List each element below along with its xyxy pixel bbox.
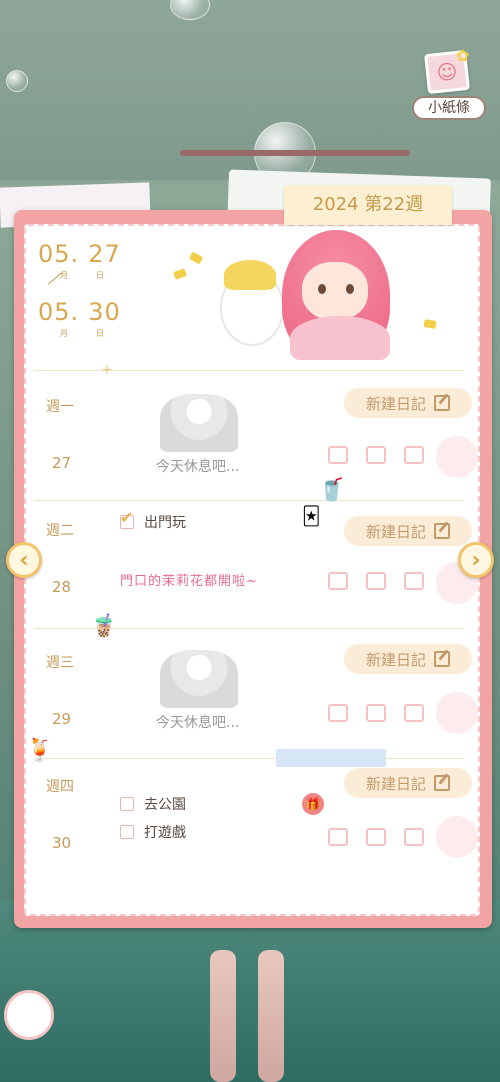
edit-icon bbox=[434, 775, 450, 791]
row-divider bbox=[34, 500, 464, 501]
end-day: 30 bbox=[88, 298, 121, 326]
card-sticker-icon: 🃏 bbox=[302, 506, 321, 527]
diary-memo: 門口的茉莉花都開啦~ bbox=[120, 574, 258, 589]
character-illustration bbox=[172, 228, 440, 368]
day-unit: 日 bbox=[96, 271, 104, 280]
weekday-label: 週四 bbox=[46, 779, 74, 795]
todo-item[interactable]: 打遊戲 bbox=[120, 822, 186, 842]
day-row-monday: 週一 27 新建日記 今天休息吧... bbox=[24, 388, 478, 516]
sticker-slot[interactable] bbox=[436, 816, 478, 858]
checked-checkbox-icon bbox=[120, 508, 134, 529]
mood-checkbox[interactable] bbox=[366, 572, 386, 590]
month-unit: 月 bbox=[60, 329, 68, 338]
checkbox-icon bbox=[120, 825, 134, 839]
edit-icon bbox=[434, 523, 450, 539]
bubble-decoration bbox=[6, 70, 28, 92]
washi-tape-decoration bbox=[276, 749, 386, 767]
mood-checkbox[interactable] bbox=[404, 572, 424, 590]
mood-checkbox[interactable] bbox=[328, 446, 348, 464]
chevron-right-icon[interactable]: › bbox=[458, 542, 494, 578]
next-page-glyph: › bbox=[471, 547, 481, 573]
flower-icon: ✿ bbox=[456, 46, 470, 65]
chevron-left-icon[interactable]: ‹ bbox=[6, 542, 42, 578]
date-range: 05. 27 月 日 05. 30 月 日 bbox=[38, 240, 128, 340]
weekday-label: 週二 bbox=[46, 523, 74, 539]
todo-text: 打遊戲 bbox=[144, 825, 186, 841]
mood-checkbox[interactable] bbox=[404, 828, 424, 846]
new-diary-button[interactable]: 新建日記 bbox=[344, 644, 472, 674]
girl-body bbox=[290, 316, 390, 360]
new-diary-button[interactable]: 新建日記 bbox=[344, 516, 472, 546]
girl-face bbox=[302, 262, 368, 320]
checkbox-icon bbox=[120, 797, 134, 811]
new-diary-button[interactable]: 新建日記 bbox=[344, 768, 472, 798]
header-divider bbox=[34, 370, 464, 371]
girl-eye bbox=[346, 284, 354, 294]
sticker-slot[interactable] bbox=[436, 692, 478, 734]
drink-sticker-icon: 🥤 bbox=[318, 478, 346, 503]
gift-icon[interactable]: 🎁 bbox=[302, 793, 324, 815]
paw-decoration-icon bbox=[4, 990, 54, 1040]
prev-page-glyph: ‹ bbox=[19, 547, 29, 573]
start-date: 05. 27 bbox=[38, 240, 121, 268]
day-number: 29 bbox=[52, 710, 72, 728]
end-date: 05. 30 bbox=[38, 298, 121, 326]
day-number: 28 bbox=[52, 578, 72, 596]
todo-text: 去公園 bbox=[144, 797, 186, 813]
new-diary-label: 新建日記 bbox=[365, 774, 426, 793]
rest-message: 今天休息吧... bbox=[156, 459, 240, 475]
todo-item[interactable]: 去公園 bbox=[120, 794, 186, 814]
end-month: 05. bbox=[38, 298, 80, 326]
mood-checkbox[interactable] bbox=[366, 704, 386, 722]
day-row-thursday: 週四 30 新建日記 去公園 打遊戲 bbox=[24, 768, 478, 896]
start-month: 05. bbox=[38, 240, 80, 268]
note-button-label: 小紙條 bbox=[412, 96, 486, 120]
mood-checkbox[interactable] bbox=[328, 828, 348, 846]
day-unit: 日 bbox=[96, 329, 104, 338]
juice-sticker-icon: 🍹 bbox=[26, 738, 54, 763]
cat-hat bbox=[224, 260, 276, 290]
week-tab: 2024 第22週 bbox=[284, 185, 452, 225]
sparkle-icon bbox=[188, 251, 204, 265]
new-diary-label: 新建日記 bbox=[365, 522, 426, 541]
mood-checkbox[interactable] bbox=[366, 446, 386, 464]
resting-character-icon bbox=[160, 650, 238, 708]
day-number: 30 bbox=[52, 834, 72, 852]
character-legs bbox=[206, 950, 290, 1082]
new-diary-button[interactable]: 新建日記 bbox=[344, 388, 472, 418]
mood-checkbox[interactable] bbox=[404, 704, 424, 722]
edit-icon bbox=[434, 395, 450, 411]
day-row-wednesday: 週三 29 新建日記 今天休息吧... bbox=[24, 644, 478, 772]
mood-checkbox[interactable] bbox=[404, 446, 424, 464]
mood-checkbox[interactable] bbox=[328, 572, 348, 590]
sparkle-icon bbox=[423, 319, 437, 329]
todo-text: 出門玩 bbox=[144, 515, 186, 531]
mood-checkbox[interactable] bbox=[328, 704, 348, 722]
leg bbox=[210, 950, 236, 1082]
wall-rail bbox=[180, 150, 410, 156]
todo-item[interactable]: 出門玩 bbox=[120, 508, 186, 532]
start-day: 27 bbox=[88, 240, 121, 268]
rest-message: 今天休息吧... bbox=[156, 715, 240, 731]
resting-character-icon bbox=[160, 394, 238, 452]
sticker-slot[interactable] bbox=[436, 436, 478, 478]
note-button[interactable]: ☺ ✿ 小紙條 bbox=[412, 46, 486, 124]
new-diary-label: 新建日記 bbox=[365, 650, 426, 669]
weekday-label: 週三 bbox=[46, 655, 74, 671]
new-diary-label: 新建日記 bbox=[365, 394, 426, 413]
weekday-label: 週一 bbox=[46, 399, 74, 415]
day-number: 27 bbox=[52, 454, 72, 472]
leg bbox=[258, 950, 284, 1082]
girl-eye bbox=[318, 284, 326, 294]
bubble-tea-sticker-icon: 🧋 bbox=[90, 614, 118, 639]
plus-icon: + bbox=[101, 362, 113, 378]
mood-checkbox[interactable] bbox=[366, 828, 386, 846]
edit-icon bbox=[434, 651, 450, 667]
row-divider bbox=[34, 758, 464, 759]
